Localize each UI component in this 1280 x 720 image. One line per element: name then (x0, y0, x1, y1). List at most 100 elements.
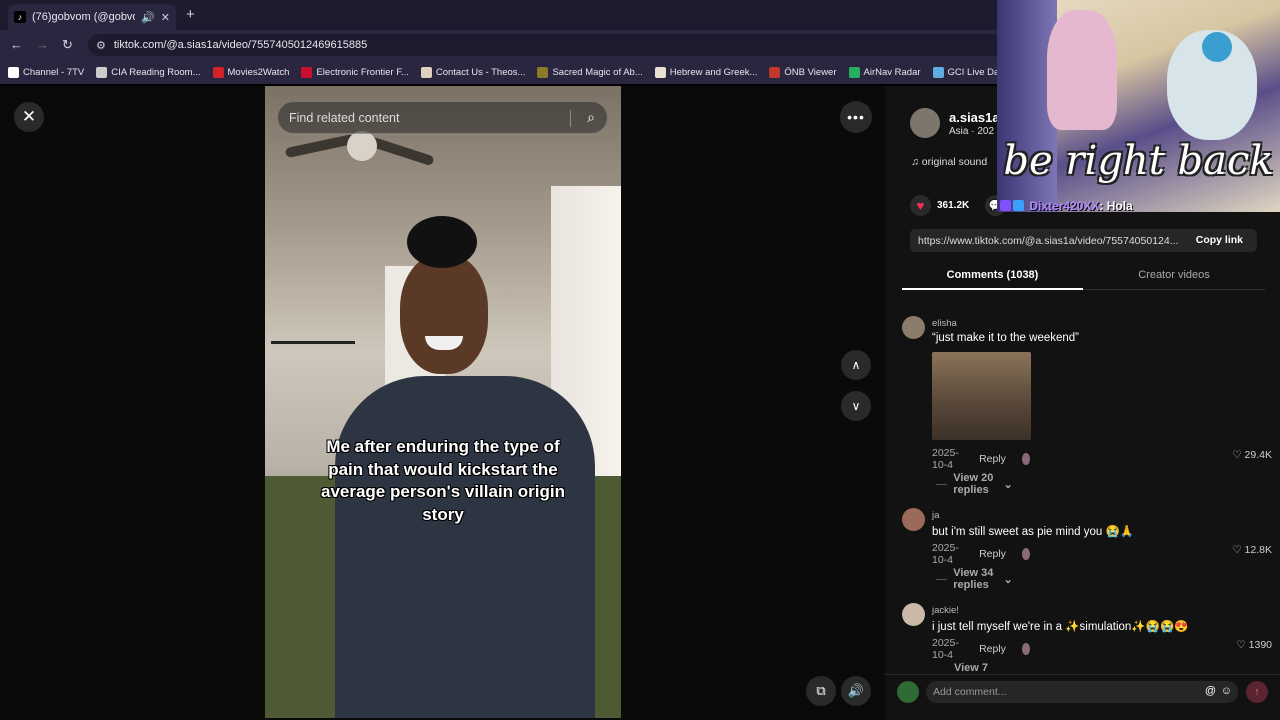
video-ceiling-fan (284, 131, 435, 167)
share-link-row: https://www.tiktok.com/@a.sias1a/video/7… (910, 229, 1257, 252)
copy-link-button[interactable]: Copy link (1196, 234, 1243, 246)
comment-text: i just tell myself we're in a ✨simulatio… (932, 621, 1189, 633)
add-comment-input[interactable]: Add comment... @ ☺ (926, 681, 1238, 703)
reply-button[interactable]: Reply (979, 548, 1006, 560)
more-icon: ••• (847, 109, 865, 125)
bookmark-favicon-icon (537, 66, 549, 78)
site-settings-icon[interactable]: ⚙ (96, 39, 106, 52)
creator-liked-avatar (1021, 548, 1030, 560)
reply-button[interactable]: Reply (979, 453, 1006, 465)
comment-avatar[interactable] (902, 316, 925, 339)
chat-badge-icon (1013, 200, 1024, 211)
volume-button[interactable]: 🔊 (841, 676, 871, 706)
bookmark-favicon-icon (96, 66, 108, 78)
view-replies-button[interactable]: View 20 replies ⌄ (936, 472, 1013, 496)
mention-icon[interactable]: @ (1205, 685, 1216, 697)
new-tab-button[interactable]: + (186, 6, 195, 23)
previous-video-button[interactable]: ∧ (841, 350, 871, 380)
comment-like-count: 1390 (1248, 639, 1272, 651)
reload-icon[interactable]: ↻ (62, 37, 73, 53)
view-replies-button[interactable]: View 34 replies ⌄ (936, 567, 1013, 591)
music-note-icon: ♫ (911, 156, 919, 168)
emoji-icon[interactable]: ☺ (1221, 685, 1232, 697)
search-divider (570, 110, 571, 127)
post-comment-button[interactable]: ↑ (1246, 681, 1268, 703)
stream-chat-message: Dixter420XX: Hola (1000, 199, 1133, 213)
search-placeholder: Find related content (289, 110, 400, 125)
bookmark-item[interactable]: GCI Live Data (932, 66, 1007, 78)
search-icon[interactable]: ⌕ (587, 109, 595, 126)
comment-username[interactable]: ja (932, 510, 939, 521)
bookmark-favicon-icon (848, 66, 860, 78)
bookmark-item[interactable]: ÖNB Viewer (769, 66, 837, 78)
bookmark-favicon-icon (8, 66, 19, 78)
more-options-button[interactable]: ••• (840, 101, 872, 133)
bookmark-label: Electronic Frontier F... (316, 66, 409, 78)
tab-creator-videos[interactable]: Creator videos (1083, 262, 1265, 290)
comment-like-count: 12.8K (1244, 544, 1272, 556)
bookmark-item[interactable]: Channel - 7TV (8, 66, 84, 78)
comment-like[interactable]: ♡ 1390 (1236, 639, 1272, 651)
bookmark-item[interactable]: CIA Reading Room... (96, 66, 201, 78)
chat-badge-icon (1000, 200, 1011, 211)
chevron-down-icon: ∨ (851, 399, 861, 413)
bookmark-label: AirNav Radar (863, 66, 921, 78)
forward-arrow-icon[interactable]: → (36, 37, 49, 52)
heart-outline-icon: ♡ (1236, 639, 1246, 651)
caption-line: pain that would kickstart the (328, 459, 558, 479)
comment-image[interactable] (932, 352, 1031, 440)
video-player[interactable] (265, 86, 621, 718)
bookmark-item[interactable]: Hebrew and Greek... (654, 66, 758, 78)
heart-outline-icon: ♡ (1232, 544, 1242, 556)
sound-link[interactable]: ♫ original sound (911, 156, 987, 168)
comment-like[interactable]: ♡ 12.8K (1232, 544, 1272, 556)
comment-text: but i'm still sweet as pie mind you 😭🙏 (932, 526, 1135, 538)
caption-line: story (422, 504, 464, 524)
comment-avatar[interactable] (902, 603, 925, 626)
tab-close-icon[interactable]: ✕ (161, 11, 170, 24)
panel-tabs: Comments (1038) Creator videos (902, 262, 1265, 290)
bookmark-label: Contact Us - Theos... (435, 66, 526, 78)
comment-username[interactable]: elisha (932, 318, 957, 329)
comment-username[interactable]: jackie! (932, 605, 959, 616)
comment-meta: 2025-10-4 Reply (932, 637, 1030, 661)
chat-username: Dixter420XX (1029, 199, 1100, 213)
comment-like-count: 29.4K (1244, 449, 1272, 461)
close-icon: ✕ (21, 107, 37, 126)
back-arrow-icon[interactable]: ← (10, 37, 23, 52)
bookmark-item[interactable]: Contact Us - Theos... (420, 66, 526, 78)
chat-message-text: : Hola (1099, 199, 1133, 213)
comment-avatar[interactable] (902, 508, 925, 531)
next-video-button[interactable]: ∨ (841, 391, 871, 421)
tab-audio-icon[interactable]: 🔊 (141, 11, 155, 24)
share-link-text[interactable]: https://www.tiktok.com/@a.sias1a/video/7… (918, 235, 1178, 247)
tab-comments[interactable]: Comments (1038) (902, 262, 1083, 290)
heart-icon: ♥ (916, 198, 925, 213)
bookmark-label: Hebrew and Greek... (669, 66, 758, 78)
reply-button[interactable]: Reply (979, 643, 1006, 655)
close-video-button[interactable]: ✕ (14, 102, 44, 132)
author-subline: Asia · 202 (949, 126, 995, 137)
like-button[interactable]: ♥ (910, 195, 931, 216)
author-username[interactable]: a.sias1a (949, 110, 1000, 125)
caption-line: average person's villain origin (320, 482, 566, 501)
tiktok-favicon-icon: ♪ (14, 11, 26, 23)
comment-date: 2025-10-4 (932, 637, 959, 661)
url-field[interactable]: ⚙ tiktok.com/@a.sias1a/video/75574050124… (88, 34, 1008, 56)
bookmark-item[interactable]: AirNav Radar (848, 66, 921, 78)
replies-divider (936, 483, 948, 485)
bookmark-item[interactable]: Movies2Watch (212, 66, 289, 78)
comment-text: “just make it to the weekend” (932, 332, 1080, 344)
comment-like[interactable]: ♡ 29.4K (1232, 449, 1272, 461)
comment-meta: 2025-10-4 Reply (932, 447, 1030, 471)
browser-tab[interactable]: ♪ (76)gobvom (@gobvom) | T 🔊 ✕ (8, 4, 176, 30)
find-related-search[interactable]: Find related content ⌕ (277, 101, 608, 134)
floating-player-button[interactable]: ⧉ (806, 676, 836, 706)
comment-meta: 2025-10-4 Reply (932, 542, 1030, 566)
bookmark-item[interactable]: Sacred Magic of Ab... (537, 66, 643, 78)
chevron-up-icon: ∧ (851, 358, 861, 372)
bookmark-favicon-icon (932, 66, 944, 78)
bookmark-item[interactable]: Electronic Frontier F... (301, 66, 409, 78)
author-avatar[interactable] (910, 108, 940, 138)
bookmark-label: ÖNB Viewer (784, 66, 837, 78)
